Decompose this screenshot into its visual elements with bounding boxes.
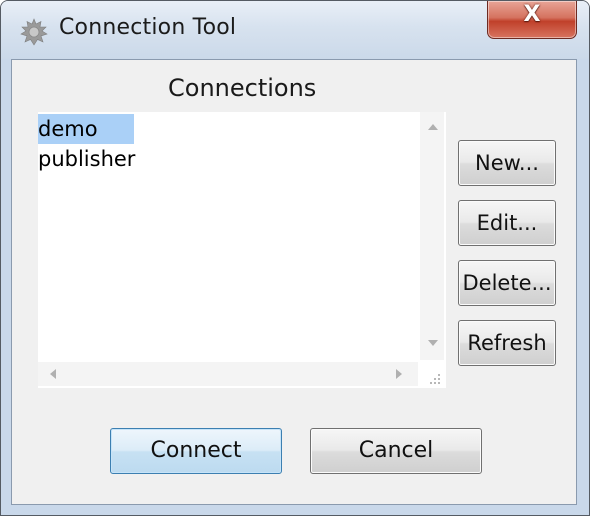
resize-grip-icon[interactable] [426, 370, 442, 386]
scroll-up-icon[interactable] [427, 122, 439, 132]
horizontal-scrollbar[interactable] [38, 362, 418, 386]
scroll-right-icon[interactable] [394, 368, 404, 380]
close-icon: X [523, 2, 541, 27]
scroll-left-icon[interactable] [48, 368, 58, 380]
window-title: Connection Tool [59, 15, 237, 40]
title-bar[interactable]: Connection Tool X [1, 1, 589, 59]
list-item-demo[interactable]: demo [38, 114, 134, 144]
cancel-button[interactable]: Cancel [310, 428, 482, 474]
connections-list[interactable]: demo publisher [38, 112, 418, 360]
scroll-down-icon[interactable] [427, 338, 439, 348]
gear-icon[interactable] [19, 17, 49, 47]
connection-tool-window: Connection Tool X Connections demo publi… [0, 0, 590, 516]
connect-button[interactable]: Connect [110, 428, 282, 474]
close-button[interactable]: X [487, 1, 577, 39]
connections-list-panel: demo publisher [38, 112, 446, 388]
dialog-body: Connections demo publisher New... Edit..… [11, 59, 577, 505]
edit-button[interactable]: Edit... [458, 200, 556, 246]
list-item-publisher[interactable]: publisher [38, 144, 135, 174]
vertical-scrollbar[interactable] [420, 112, 444, 360]
refresh-button[interactable]: Refresh [458, 320, 556, 366]
delete-button[interactable]: Delete... [458, 260, 556, 306]
connections-heading: Connections [168, 74, 317, 102]
new-button[interactable]: New... [458, 140, 556, 186]
